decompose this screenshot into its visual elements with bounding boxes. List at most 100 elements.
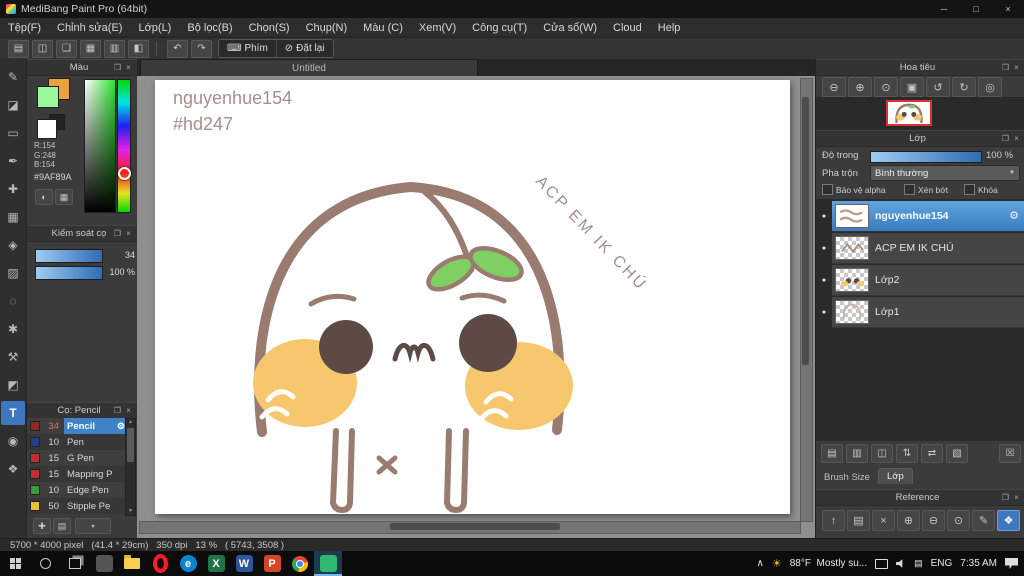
popout-icon[interactable]: ❐	[1000, 63, 1011, 72]
task-view-button[interactable]	[60, 551, 90, 576]
start-button[interactable]	[0, 551, 30, 576]
clock[interactable]: 7:35 AM	[960, 558, 997, 569]
navigator-view-rect[interactable]	[886, 100, 932, 126]
close-icon[interactable]: ×	[123, 406, 134, 415]
brush-row[interactable]: 10 Pen	[27, 434, 128, 450]
lasso-tool[interactable]: ◌	[1, 289, 25, 313]
horizontal-scrollbar-thumb[interactable]	[390, 523, 560, 530]
layer-row[interactable]: ● Lớp1	[816, 296, 1024, 328]
close-icon[interactable]: ×	[1011, 134, 1022, 143]
taskbar-opera[interactable]	[146, 551, 174, 576]
reset-button[interactable]: ⊘ Đặt lại	[275, 40, 333, 57]
taskbar-medibang[interactable]	[314, 551, 342, 576]
select-tool[interactable]: ▦	[1, 205, 25, 229]
ref-hand-icon[interactable]: ❖	[997, 510, 1020, 531]
ref-folder-icon[interactable]: ▤	[847, 510, 870, 531]
ref-zoom-out-icon[interactable]: ⊖	[922, 510, 945, 531]
menu-cloud[interactable]: Cloud	[605, 18, 650, 37]
open-file-icon[interactable]: ▤	[8, 39, 29, 58]
reorder-layer-icon[interactable]: ⇅	[896, 444, 918, 463]
save-icon[interactable]: ◫	[32, 39, 53, 58]
menu-chup[interactable]: Chụp(N)	[298, 18, 356, 37]
hue-slider[interactable]	[117, 79, 131, 213]
bucket-tool[interactable]: ◈	[1, 233, 25, 257]
redo-button[interactable]: ↷	[191, 39, 212, 58]
material-icon[interactable]: ◧	[128, 39, 149, 58]
pen-tool[interactable]: ✒	[1, 149, 25, 173]
tab-brush-size[interactable]: Brush Size	[824, 472, 870, 483]
menu-mau[interactable]: Màu (C)	[355, 18, 411, 37]
ref-clear-icon[interactable]: ×	[872, 510, 895, 531]
touch-keyboard-icon[interactable]: ▤	[914, 558, 923, 569]
brush-opacity-slider[interactable]	[35, 266, 103, 280]
popout-icon[interactable]: ❐	[1000, 134, 1011, 143]
merge-layer-icon[interactable]: ▧	[946, 444, 968, 463]
delete-layer-icon[interactable]: ☒	[999, 444, 1021, 463]
ref-import-icon[interactable]: ↑	[822, 510, 845, 531]
layer-row[interactable]: ● ACP EM IK CHÚ	[816, 232, 1024, 264]
volume-icon[interactable]	[896, 559, 903, 568]
brush-menu-dropdown[interactable]: ▾	[75, 518, 111, 534]
action-center-icon[interactable]	[1005, 558, 1018, 569]
eyedropper-tool[interactable]: ◉	[1, 429, 25, 453]
layer-settings-gear-icon[interactable]: ⚙	[1009, 209, 1024, 222]
canvas-page[interactable]: nguyenhue154 #hd247 ACP EM IK CHÚ	[155, 80, 790, 514]
transparent-color-swatch[interactable]	[37, 119, 57, 139]
canvas-horizontal-scrollbar[interactable]	[139, 521, 801, 534]
network-icon[interactable]	[875, 558, 889, 569]
nav-rotate-ccw-icon[interactable]: ↺	[926, 77, 950, 97]
ref-zoom-in-icon[interactable]: ⊕	[897, 510, 920, 531]
menu-help[interactable]: Help	[650, 18, 689, 37]
menu-chinh-sua[interactable]: Chỉnh sửa(E)	[49, 18, 130, 37]
hand-tool[interactable]: ❖	[1, 457, 25, 481]
palette-icon[interactable]: ◐	[35, 189, 53, 205]
layer-visibility-icon[interactable]: ●	[816, 309, 832, 316]
move-tool[interactable]: ✚	[1, 177, 25, 201]
menu-cong-cu[interactable]: Công cụ(T)	[464, 18, 535, 37]
swatch-grid-icon[interactable]: ▦	[55, 189, 73, 205]
close-icon[interactable]: ×	[123, 63, 134, 72]
taskbar-excel[interactable]: X	[202, 551, 230, 576]
minimize-button[interactable]: ─	[928, 0, 960, 18]
hue-marker[interactable]	[118, 167, 131, 180]
nav-rotate-cw-icon[interactable]: ↻	[952, 77, 976, 97]
ref-pick-icon[interactable]: ✎	[972, 510, 995, 531]
brush-row[interactable]: 15 G Pen	[27, 450, 128, 466]
menu-cua-so[interactable]: Cửa sổ(W)	[535, 18, 605, 37]
scroll-up-icon[interactable]: ▲	[126, 419, 135, 426]
clipping-checkbox[interactable]: Xén bớt	[904, 184, 948, 195]
brush-size-slider[interactable]	[35, 249, 103, 263]
saturation-value-picker[interactable]	[84, 79, 116, 213]
language-indicator[interactable]: ENG	[931, 558, 953, 569]
figure-tool[interactable]: ▭	[1, 121, 25, 145]
vertical-scrollbar-thumb[interactable]	[802, 97, 809, 365]
text-tool[interactable]: T	[1, 401, 25, 425]
add-brush-icon[interactable]: ✚	[33, 518, 51, 534]
layer-row[interactable]: ● Lớp2	[816, 264, 1024, 296]
popout-icon[interactable]: ❐	[112, 229, 123, 238]
image-icon[interactable]: ▦	[80, 39, 101, 58]
tray-chevron-up-icon[interactable]: ∧	[757, 558, 764, 569]
menu-xem[interactable]: Xem(V)	[411, 18, 464, 37]
tab-lop[interactable]: Lớp	[878, 468, 913, 484]
comment-icon[interactable]: ❑	[56, 39, 77, 58]
divide-tool[interactable]: ◩	[1, 373, 25, 397]
new-layer-icon[interactable]: ▤	[821, 444, 843, 463]
grid-icon[interactable]: ▥	[104, 39, 125, 58]
close-button[interactable]: ×	[992, 0, 1024, 18]
brush-row[interactable]: 34 Pencil ⚙	[27, 418, 128, 434]
brush-tool[interactable]: ✎	[1, 65, 25, 89]
taskbar-file-explorer[interactable]	[118, 551, 146, 576]
taskbar-app-generic[interactable]	[90, 551, 118, 576]
magic-wand-tool[interactable]: ✱	[1, 317, 25, 341]
brush-row[interactable]: 10 Edge Pen	[27, 482, 128, 498]
brush-list-scrollbar[interactable]: ▲ ▼	[125, 418, 136, 516]
nav-zoom-out-icon[interactable]: ⊖	[822, 77, 846, 97]
popout-icon[interactable]: ❐	[112, 406, 123, 415]
menu-lop[interactable]: Lớp(L)	[130, 18, 179, 37]
nav-zoom-actual-icon[interactable]: ⊙	[874, 77, 898, 97]
undo-button[interactable]: ↶	[167, 39, 188, 58]
taskbar-chrome[interactable]	[286, 551, 314, 576]
blend-mode-select[interactable]: Bình thường ▼	[870, 165, 1020, 181]
nav-reset-icon[interactable]: ◎	[978, 77, 1002, 97]
